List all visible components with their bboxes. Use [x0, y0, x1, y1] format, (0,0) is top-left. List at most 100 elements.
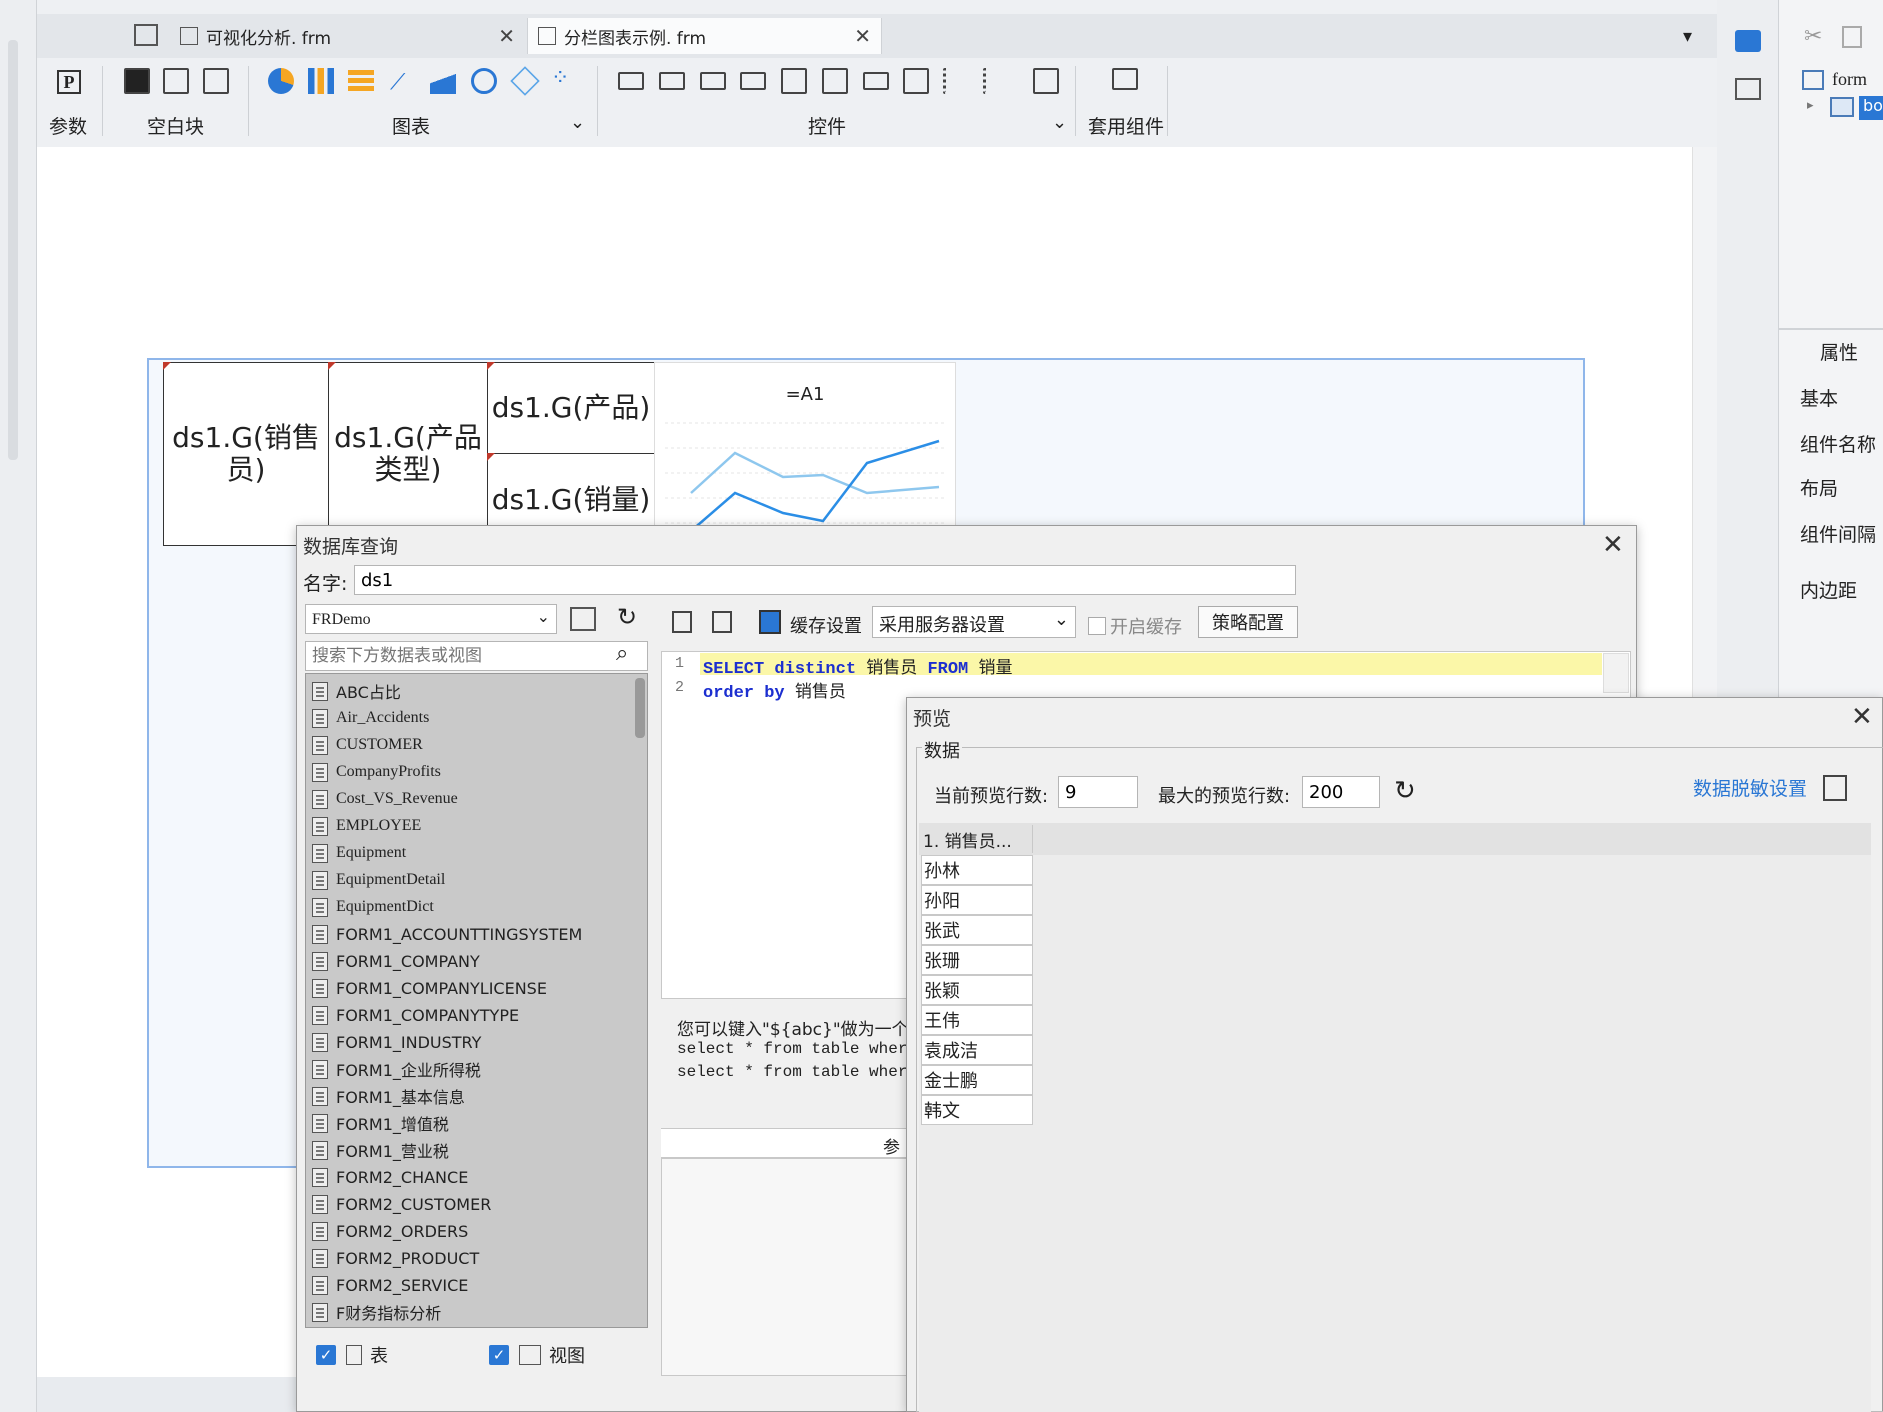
list-item[interactable]: CUSTOMER: [312, 732, 423, 758]
split-block-icon[interactable]: [163, 68, 189, 94]
radio-group-icon[interactable]: [943, 68, 969, 94]
list-item[interactable]: FORM1_基本信息: [312, 1083, 465, 1109]
cell-product-type[interactable]: ds1.G(产品类型): [328, 362, 488, 546]
list-item[interactable]: FORM2_CHANCE: [312, 1164, 468, 1190]
list-scrollbar[interactable]: [635, 678, 645, 738]
save-icon[interactable]: [712, 611, 732, 633]
list-item[interactable]: FORM1_营业税: [312, 1137, 449, 1163]
desensitize-link[interactable]: 数据脱敏设置: [1693, 774, 1807, 801]
bar-chart-icon[interactable]: [308, 68, 334, 94]
list-item[interactable]: FORM1_COMPANYTYPE: [312, 1002, 519, 1028]
list-item[interactable]: FORM1_ACCOUNTTINGSYSTEM: [312, 921, 582, 947]
tab-column-chart[interactable]: 分栏图表示例. frm ✕: [527, 18, 882, 54]
cell-salesman[interactable]: ds1.G(销售员): [163, 362, 329, 546]
line-chart-icon[interactable]: ⟋: [390, 70, 405, 95]
table-row[interactable]: 袁成洁: [921, 1035, 1033, 1065]
preview-grid[interactable]: 1. 销售员...: [919, 823, 1871, 1412]
close-icon[interactable]: ✕: [1602, 530, 1624, 560]
cut-icon[interactable]: ✂: [1804, 24, 1822, 49]
tree-expand-icon[interactable]: ▸: [1807, 98, 1814, 113]
panel-divider[interactable]: [1779, 328, 1883, 330]
table-row[interactable]: 张武: [921, 915, 1033, 945]
query-widget-icon[interactable]: [1033, 68, 1059, 94]
preview-icon[interactable]: [672, 611, 692, 633]
close-icon[interactable]: ✕: [498, 24, 515, 48]
cache-icon[interactable]: [759, 610, 781, 634]
hbar-chart-icon[interactable]: [348, 70, 374, 92]
dropdown-widget-icon[interactable]: [740, 72, 766, 90]
list-item[interactable]: EquipmentDict: [312, 894, 434, 920]
refresh-icon[interactable]: ↻: [1394, 776, 1416, 806]
checkbox-checked-icon[interactable]: ✓: [489, 1345, 509, 1365]
tree-child-icon[interactable]: [1830, 97, 1854, 117]
column-header[interactable]: 1. 销售员...: [921, 825, 1033, 853]
refresh-icon[interactable]: ↻: [617, 603, 637, 631]
list-item[interactable]: Equipment: [312, 840, 406, 866]
table-row[interactable]: 金士鹏: [921, 1065, 1033, 1095]
layout-icon[interactable]: [1735, 78, 1761, 100]
list-item[interactable]: Air_Accidents: [312, 705, 429, 731]
table-row[interactable]: 张颖: [921, 975, 1033, 1005]
param-icon[interactable]: P: [57, 70, 81, 94]
filter-view[interactable]: ✓ 视图: [489, 1342, 585, 1368]
checkbox-group-icon[interactable]: [983, 68, 1009, 94]
chevron-down-icon[interactable]: ⌄: [1052, 112, 1067, 133]
tab-menu-icon[interactable]: ▾: [1683, 26, 1692, 47]
cache-mode-select[interactable]: 采用服务器设置 ⌄: [872, 606, 1076, 638]
list-item[interactable]: FORM2_CUSTOMER: [312, 1191, 491, 1217]
edit-connection-icon[interactable]: [570, 607, 596, 631]
attr-padding[interactable]: 内边距: [1800, 576, 1857, 603]
filter-table[interactable]: ✓ 表: [316, 1342, 388, 1368]
list-item[interactable]: FORM1_企业所得税: [312, 1056, 481, 1082]
label-widget-icon[interactable]: [618, 72, 644, 90]
gauge-chart-icon[interactable]: [471, 68, 497, 94]
cell-product[interactable]: ds1.G(产品): [487, 362, 655, 454]
chevron-down-icon[interactable]: ⌄: [570, 112, 585, 133]
list-item[interactable]: FORM1_COMPANYLICENSE: [312, 975, 547, 1001]
list-item[interactable]: FORM2_ORDERS: [312, 1218, 468, 1244]
preview-export-icon[interactable]: [1823, 775, 1847, 801]
checkbox-checked-icon[interactable]: ✓: [316, 1345, 336, 1365]
attr-basic[interactable]: 基本: [1800, 384, 1838, 411]
copy-icon[interactable]: [1842, 26, 1862, 48]
tree-child-label[interactable]: bo: [1859, 96, 1883, 120]
list-item[interactable]: EMPLOYEE: [312, 813, 421, 839]
table-row[interactable]: 张珊: [921, 945, 1033, 975]
table-list[interactable]: ABC占比 Air_Accidents CUSTOMER CompanyProfits…: [305, 673, 648, 1328]
textarea-widget-icon[interactable]: [700, 72, 726, 90]
tree-root-label[interactable]: form: [1832, 69, 1867, 90]
table-search-input[interactable]: [305, 641, 648, 671]
table-row[interactable]: 王伟: [921, 1005, 1033, 1035]
table-block-icon[interactable]: [203, 68, 229, 94]
current-rows-input[interactable]: [1058, 776, 1138, 808]
area-chart-icon[interactable]: [430, 70, 456, 94]
search-icon[interactable]: ⌕: [616, 641, 628, 666]
list-item[interactable]: F财务指标分析: [312, 1299, 441, 1325]
attr-component-name[interactable]: 组件名称: [1800, 430, 1876, 457]
suite-widget-icon[interactable]: [1112, 68, 1138, 90]
list-item[interactable]: FORM1_增值税: [312, 1110, 449, 1136]
scatter-chart-icon[interactable]: ⁘: [551, 66, 569, 91]
tree-form-icon[interactable]: [1802, 70, 1824, 90]
list-item[interactable]: EquipmentDetail: [312, 867, 445, 893]
list-item[interactable]: FORM1_COMPANY: [312, 948, 480, 974]
list-item[interactable]: CompanyProfits: [312, 759, 441, 785]
tab-visual-analysis[interactable]: 可视化分析. frm ✕: [170, 18, 525, 54]
tree-widget-icon[interactable]: [903, 68, 929, 94]
table-row[interactable]: 孙阳: [921, 885, 1033, 915]
list-item[interactable]: Cost_VS_Revenue: [312, 786, 458, 812]
absolute-block-icon[interactable]: [124, 68, 150, 94]
chart-cell[interactable]: =A1: [654, 362, 956, 546]
attr-spacing[interactable]: 组件间隔: [1800, 520, 1876, 547]
table-row[interactable]: 韩文: [921, 1095, 1033, 1125]
pie-chart-icon[interactable]: [268, 68, 294, 94]
component-icon[interactable]: [1735, 30, 1761, 52]
editor-vscrollbar[interactable]: [1603, 653, 1629, 693]
close-icon[interactable]: ✕: [854, 24, 871, 48]
strategy-button[interactable]: 策略配置: [1198, 606, 1298, 638]
list-item[interactable]: FORM2_SERVICE: [312, 1272, 468, 1298]
calendar-widget-icon[interactable]: [822, 68, 848, 94]
connection-select[interactable]: FRDemo ⌄: [305, 604, 557, 634]
close-icon[interactable]: ✕: [1851, 702, 1873, 732]
left-scrollbar[interactable]: [8, 40, 18, 460]
